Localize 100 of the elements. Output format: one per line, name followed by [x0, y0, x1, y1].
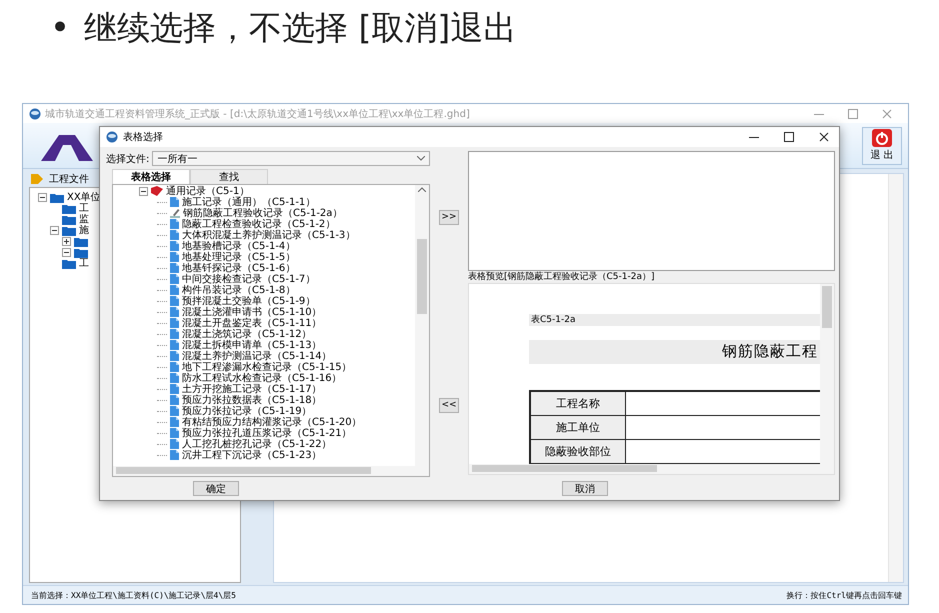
bullet-point: • [50, 7, 70, 50]
collapse-icon[interactable] [62, 248, 71, 257]
field-label: 选择文件: [106, 152, 150, 166]
folder-icon [50, 192, 64, 202]
document-icon [170, 274, 179, 284]
tree-item[interactable]: 隐蔽工程检查验收记录（C5-1-2） [182, 218, 336, 230]
tree-item[interactable]: 混凝土浇筑记录（C5-1-12） [182, 328, 312, 340]
tree-item[interactable]: 地基处理记录（C5-1-5） [182, 252, 296, 263]
scrollbar[interactable] [888, 174, 903, 582]
folder-icon [62, 226, 76, 236]
document-icon [170, 197, 179, 208]
tree-item[interactable]: 混凝土拆模申请单（C5-1-13） [182, 340, 322, 351]
close-icon[interactable] [819, 132, 829, 142]
tree-item[interactable]: XX单位 [67, 192, 101, 203]
tree-item[interactable]: 通用记录（C5-1） [166, 186, 250, 197]
document-icon [170, 241, 179, 252]
scrollbar-thumb[interactable] [417, 238, 427, 314]
collapse-icon[interactable] [38, 193, 47, 202]
tree-item[interactable]: 施 [79, 225, 89, 236]
remove-button[interactable]: << [439, 398, 459, 413]
scrollbar[interactable] [820, 284, 834, 464]
tree-item[interactable]: 施工记录（通用）（C5-1-1） [182, 196, 316, 208]
tree-item[interactable]: 地下工程渗漏水检查记录（C5-1-15） [182, 362, 352, 373]
document-icon [170, 285, 179, 296]
tree-item[interactable]: 混凝土浇灌申请书（C5-1-10） [182, 306, 322, 318]
folder-icon [62, 204, 76, 214]
document-icon [170, 450, 179, 460]
cancel-button[interactable]: 取消 [562, 480, 608, 496]
tree-item[interactable]: 地基钎探记录（C5-1-6） [182, 262, 296, 274]
pen-document-icon [170, 208, 180, 218]
tree-item[interactable]: 大体积混凝土养护测温记录（C5-1-3） [182, 230, 356, 241]
tab[interactable]: 查找 [190, 168, 268, 184]
table-cell: 工程名称 [531, 392, 626, 415]
file-dropdown[interactable]: 一所有一 [152, 151, 430, 166]
chevron-up-icon [418, 186, 426, 192]
book-icon [151, 186, 163, 196]
tree-item[interactable]: 构件吊装记录（C5-1-8） [182, 284, 296, 296]
tree-item[interactable]: 混凝土开盘鉴定表（C5-1-11） [182, 318, 322, 329]
expand-icon[interactable] [62, 237, 71, 246]
scrollbar-thumb[interactable] [472, 465, 657, 472]
tree-item[interactable]: 沉井工程下沉记录（C5-1-23） [182, 450, 322, 461]
document-icon [170, 307, 179, 318]
collapse-icon[interactable] [50, 226, 59, 235]
slide-heading: 继续选择，不选择 [取消]退出 [84, 7, 516, 49]
maximize-icon[interactable] [784, 132, 794, 142]
table-cell: 隐蔽验收部位 [531, 440, 626, 463]
tree-item[interactable]: 监 [79, 214, 89, 225]
tree-item[interactable]: 工 [79, 258, 89, 269]
globe-icon [29, 108, 41, 120]
document-icon [170, 252, 179, 262]
window-title: 城市轨道交通工程资料管理系统_正式版 - [d:\太原轨道交通1号线\xx单位工程\xx单位工程.ghd] [45, 108, 471, 120]
document-icon [170, 439, 179, 450]
folder-icon [74, 236, 88, 246]
tree-item[interactable]: 预应力张拉孔道压浆记录（C5-1-21） [182, 428, 352, 439]
table-cell: 施工单位 [531, 416, 626, 439]
tree-item[interactable]: 防水工程试水检查记录（C5-1-16） [182, 372, 342, 384]
document-icon [170, 351, 179, 362]
power-icon [872, 129, 892, 147]
tree-item[interactable]: 预应力张拉记录（C5-1-19） [182, 406, 312, 417]
tree-item[interactable]: 土方开挖施工记录（C5-1-17） [182, 384, 322, 395]
document-icon [170, 263, 179, 274]
scrollbar[interactable] [415, 184, 429, 466]
folder-icon [62, 258, 76, 268]
tree-item[interactable]: 地基验槽记录（C5-1-4） [182, 240, 296, 252]
tree-item[interactable]: 混凝土养护测温记录（C5-1-14） [182, 350, 332, 362]
document-icon [170, 230, 179, 240]
tree-item[interactable]: 预拌混凝土交验单（C5-1-9） [182, 296, 316, 307]
scrollbar-thumb[interactable] [822, 286, 832, 328]
document-icon [170, 318, 179, 328]
collapse-icon[interactable] [139, 186, 148, 196]
folder-icon [74, 248, 88, 258]
scrollbar[interactable] [113, 466, 429, 476]
folder-icon [62, 214, 76, 224]
tree-item[interactable]: 中间交接检查记录（C5-1-7） [182, 274, 316, 285]
tree-item[interactable]: 人工挖孔桩挖孔记录（C5-1-22） [182, 438, 332, 450]
document-icon [170, 219, 179, 230]
status-text: 当前选择：XX单位工程\施工资料(C)\施工记录\层4\层5 [31, 590, 236, 600]
scrollbar[interactable] [469, 464, 834, 474]
tree-item[interactable]: 有粘结预应力结构灌浆记录（C5-1-20） [182, 416, 362, 428]
tag-icon [31, 174, 43, 184]
ok-button[interactable]: 确定 [193, 480, 239, 496]
document-icon [170, 362, 179, 372]
document-icon [170, 417, 179, 428]
document-icon [170, 406, 179, 416]
form-code: 表C5-1-2a [529, 314, 820, 326]
chevron-down-icon [417, 156, 425, 162]
tree-item[interactable]: 工 [79, 203, 89, 214]
tree-item[interactable]: 预应力张拉数据表（C5-1-18） [182, 394, 322, 406]
document-icon [170, 373, 179, 384]
scrollbar-thumb[interactable] [116, 467, 371, 474]
exit-button[interactable]: 退 出 [862, 126, 902, 164]
tab[interactable]: 表格选择 [112, 168, 190, 184]
preview-label: 表格预览[钢筋隐蔽工程验收记录（C5-1-2a）] [468, 270, 656, 283]
document-icon [170, 340, 179, 350]
add-button[interactable]: >> [439, 210, 459, 225]
tree-item[interactable]: 钢筋隐蔽工程验收记录（C5-1-2a） [183, 208, 342, 219]
dialog-title: 表格选择 [123, 130, 164, 144]
document-icon [170, 329, 179, 340]
globe-icon [106, 130, 118, 143]
status-hint: 换行：按住Ctrl键再点击回车键 [786, 590, 902, 600]
